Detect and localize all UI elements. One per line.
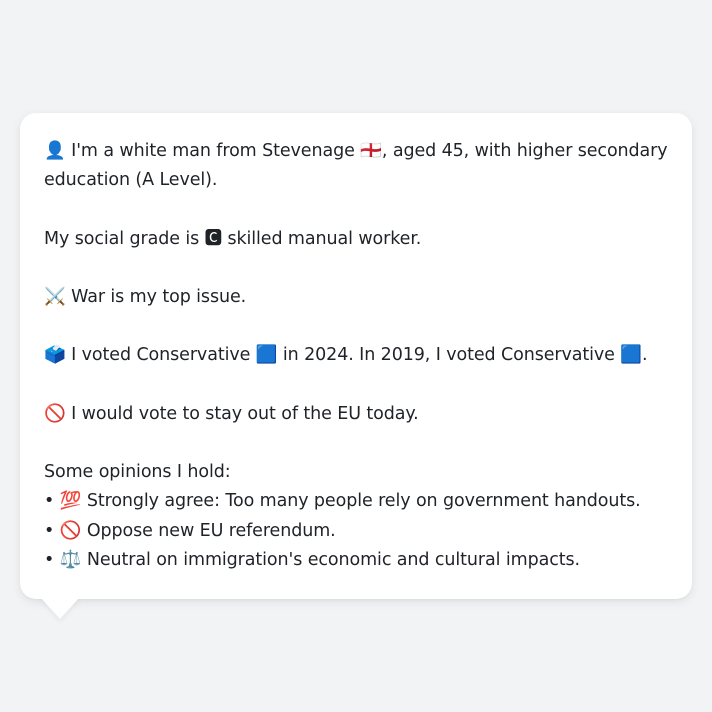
eu-stance-text: 🚫 I would vote to stay out of the EU tod… (44, 403, 419, 424)
opinions-heading: Some opinions I hold: (44, 462, 231, 483)
persona-message-bubble: 👤 I'm a white man from Stevenage 🏴󠁧󠁢󠁥󠁮󠁧󠁿… (20, 113, 692, 599)
opinion-item: • 💯 Strongly agree: Too many people rely… (44, 491, 641, 512)
opinion-item: • ⚖️ Neutral on immigration's economic a… (44, 549, 580, 570)
intro-line-2: education (A Level). (44, 170, 218, 191)
opinion-item: • 🚫 Oppose new EU referendum. (44, 520, 336, 541)
intro-line-1: 👤 I'm a white man from Stevenage 🏴󠁧󠁢󠁥󠁮󠁧󠁿… (44, 141, 668, 161)
speech-bubble-tail (40, 597, 80, 619)
persona-description: 👤 I'm a white man from Stevenage 🏴󠁧󠁢󠁥󠁮󠁧󠁿… (44, 137, 668, 575)
vote-history-text: 🗳️ I voted Conservative 🟦 in 2024. In 20… (44, 345, 648, 366)
social-grade-text: My social grade is 🅲 skilled manual work… (44, 228, 422, 249)
top-issue-text: ⚔️ War is my top issue. (44, 286, 247, 307)
